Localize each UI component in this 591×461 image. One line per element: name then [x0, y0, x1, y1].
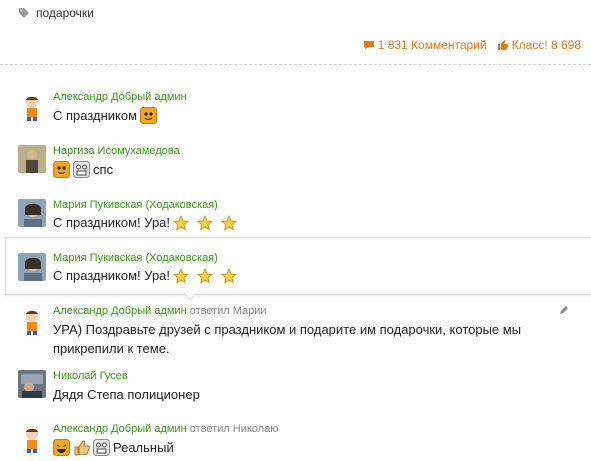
comment-header: Александр Добрый админ ответил Марии [53, 305, 267, 317]
comment-text: УРА) Поздравьте друзей с праздником и по… [53, 320, 583, 358]
orange-smiley-icon [140, 107, 158, 124]
tag-label: подарочки [36, 6, 94, 20]
comment-text-value: спс [93, 162, 114, 177]
star-icon [173, 214, 190, 231]
avatar[interactable] [18, 425, 46, 453]
comment-text-value: Реальный [113, 440, 174, 455]
comment-text-value: УРА) Поздравьте друзей с праздником и по… [53, 322, 522, 356]
star-icon [221, 267, 238, 284]
author-role: админ [154, 91, 187, 103]
author-link[interactable]: Николай Гусев [53, 370, 128, 382]
avatar[interactable] [18, 370, 46, 398]
avatar[interactable] [18, 307, 46, 335]
reply-to[interactable]: ответил Марии [190, 305, 267, 317]
grinning-smiley-icon [73, 161, 90, 178]
avatar[interactable] [18, 93, 46, 121]
avatar[interactable] [18, 253, 46, 281]
star-icon [197, 267, 214, 284]
tag[interactable]: подарочки [18, 5, 94, 21]
comment-header: Александр Добрый админ [53, 91, 187, 103]
pencil-icon[interactable] [559, 305, 569, 315]
comment-text-value: С праздником [53, 108, 138, 123]
orange-smiley-icon [53, 161, 70, 178]
avatar[interactable] [18, 199, 46, 227]
comment-text: спс [53, 160, 113, 179]
reply-pointer [184, 293, 196, 300]
comments-count-label: 1 831 Комментарий [377, 38, 487, 52]
thumbs-up-icon [497, 40, 508, 50]
comment-header: Мария Пукивская (Ходаковская) [53, 199, 218, 211]
tag-icon [19, 8, 29, 18]
comment-header: Наргиза Исомухамедова [53, 145, 180, 157]
comment-text: Реальный [53, 438, 174, 457]
like-button[interactable]: Класс! 8 698 [497, 38, 581, 52]
comment-header: Александр Добрый админ ответил Николаю [53, 423, 278, 435]
author-link[interactable]: Александр Добрый [53, 305, 151, 317]
laughing-smiley-icon [53, 439, 70, 456]
star-icon [221, 214, 238, 231]
author-link[interactable]: Мария Пукивская (Ходаковская) [53, 252, 218, 264]
comment-text-value: С праздником! Ура! [53, 215, 171, 230]
avatar[interactable] [18, 145, 46, 173]
thumbs-up-icon [74, 440, 90, 456]
comment-text: С праздником! Ура! [53, 266, 238, 285]
author-link[interactable]: Наргиза Исомухамедова [53, 145, 180, 157]
grinning-smiley-icon [93, 439, 110, 456]
comment-icon [363, 41, 374, 49]
author-link[interactable]: Мария Пукивская (Ходаковская) [53, 199, 218, 211]
likes-label: Класс! 8 698 [511, 38, 581, 52]
author-link[interactable]: Александр Добрый [53, 91, 151, 103]
star-icon [197, 214, 214, 231]
stats-bar: 1 831 Комментарий Класс! 8 698 [363, 38, 581, 52]
comment-text-value: С праздником! Ура! [53, 268, 171, 283]
comment-text: С праздником [53, 106, 158, 125]
star-icon [173, 267, 190, 284]
divider [0, 64, 591, 65]
comment-text: Дядя Степа полиционер [53, 385, 200, 404]
comment-text: С праздником! Ура! [53, 213, 238, 232]
comment-header: Николай Гусев [53, 370, 128, 382]
author-role: админ [154, 423, 187, 435]
comment-header: Мария Пукивская (Ходаковская) [53, 252, 218, 264]
reply-to[interactable]: ответил Николаю [190, 423, 279, 435]
comments-count[interactable]: 1 831 Комментарий [363, 38, 487, 52]
author-link[interactable]: Александр Добрый [53, 423, 151, 435]
author-role: админ [154, 305, 187, 317]
comment-text-value: Дядя Степа полиционер [53, 387, 200, 402]
